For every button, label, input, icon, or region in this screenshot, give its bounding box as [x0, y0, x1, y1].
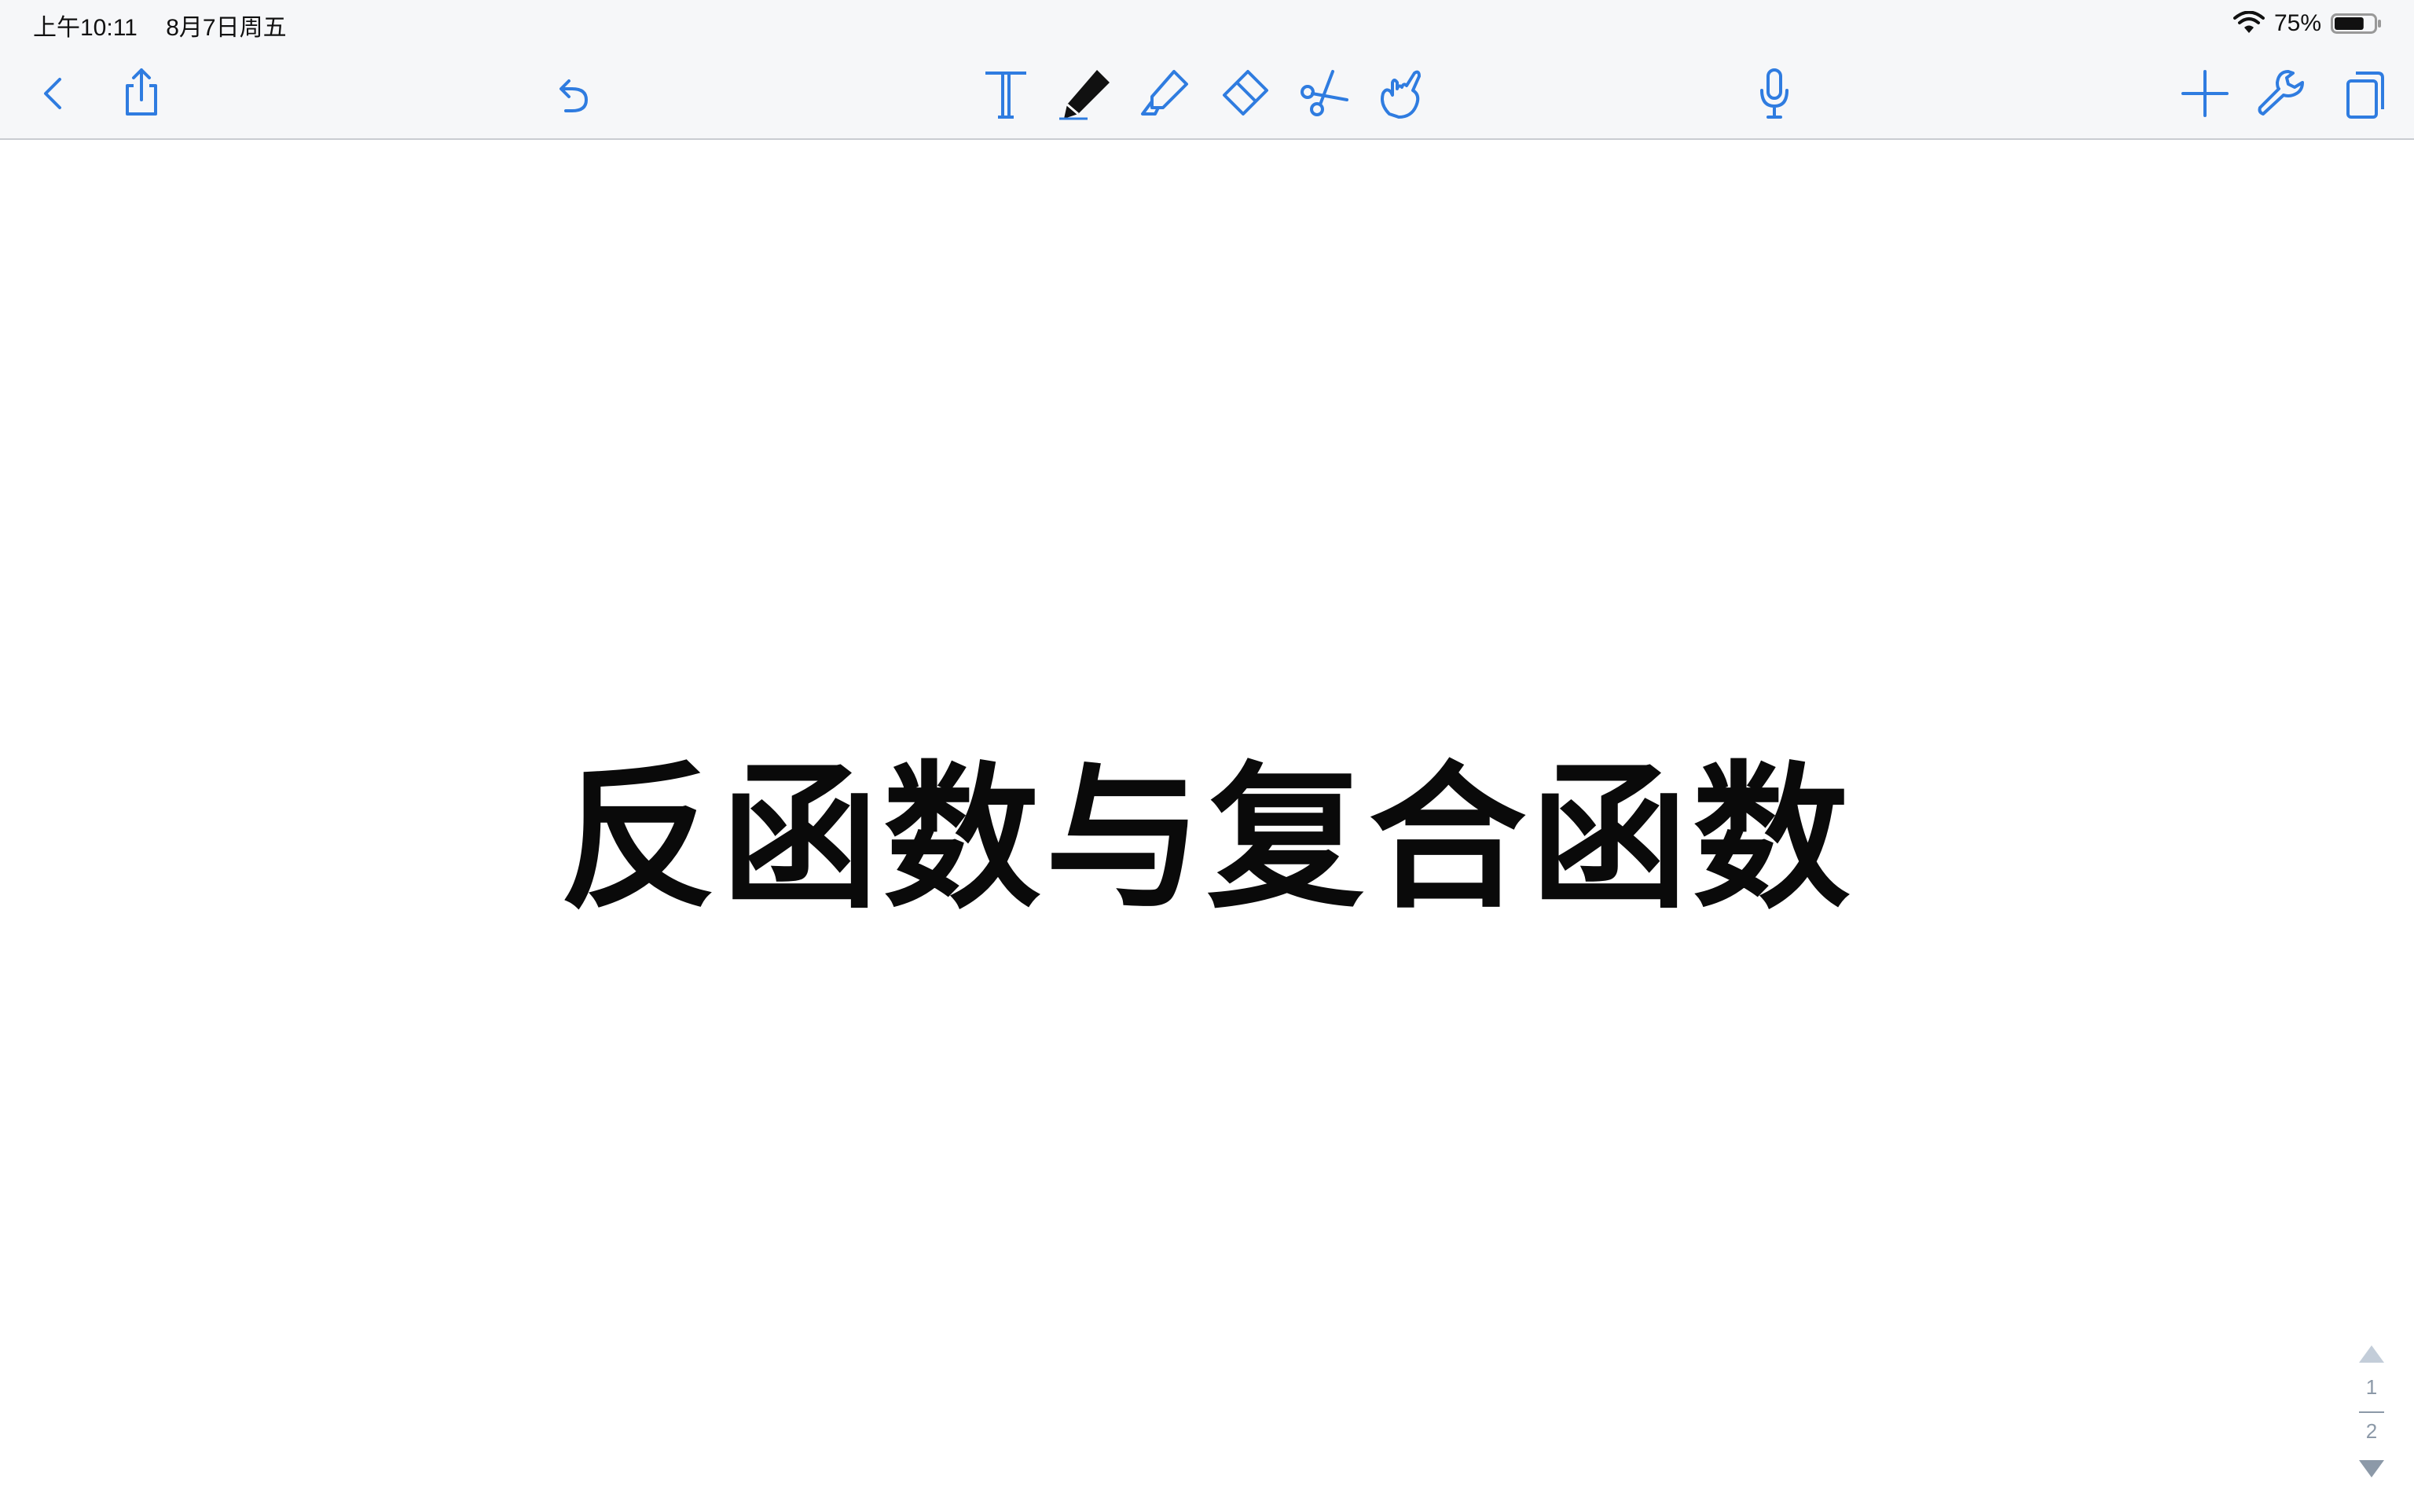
status-bar: 上午10:11 8月7日周五 75%	[0, 0, 2414, 49]
page-up-icon[interactable]	[2356, 1342, 2387, 1366]
page-title: 反函数与复合函数	[559, 747, 1855, 930]
pages-button[interactable]	[2331, 58, 2394, 129]
settings-button[interactable]	[2249, 58, 2312, 129]
page-down-icon[interactable]	[2356, 1457, 2387, 1481]
undo-icon	[559, 79, 589, 112]
add-icon	[2181, 70, 2229, 117]
back-icon	[44, 78, 61, 109]
add-button[interactable]	[2174, 58, 2236, 129]
pages-icon	[2346, 72, 2384, 119]
microphone-button[interactable]	[1743, 58, 1806, 129]
text-tool-button[interactable]	[974, 58, 1037, 129]
scissors-button[interactable]	[1292, 58, 1355, 129]
eraser-button[interactable]	[1212, 58, 1275, 129]
text-tool-icon	[985, 72, 1026, 119]
status-date: 8月7日周五	[166, 15, 287, 41]
back-button[interactable]	[22, 58, 85, 129]
scissors-icon	[1301, 70, 1348, 116]
microphone-icon	[1760, 68, 1788, 119]
highlighter-icon	[1141, 70, 1188, 116]
battery-percent: 75%	[2273, 10, 2321, 36]
hand-tool-button[interactable]	[1370, 58, 1433, 129]
status-time: 上午10:11	[33, 15, 138, 41]
wifi-icon	[2232, 11, 2265, 33]
share-button[interactable]	[110, 58, 173, 129]
app-chrome: 上午10:11 8月7日周五 75%	[0, 0, 2414, 140]
current-page: 1	[2365, 1375, 2378, 1399]
status-left: 上午10:11 8月7日周五	[33, 8, 309, 42]
share-icon	[126, 68, 157, 116]
page-navigator[interactable]: 1 2	[2348, 1342, 2395, 1499]
eraser-icon	[1223, 70, 1268, 116]
pen-button[interactable]	[1053, 58, 1116, 129]
total-pages: 2	[2365, 1419, 2378, 1443]
highlighter-button[interactable]	[1132, 58, 1194, 129]
pen-icon	[1059, 70, 1110, 120]
document-page[interactable]: 反函数与复合函数 1 2	[0, 140, 2414, 1512]
undo-button[interactable]	[542, 58, 605, 129]
page-divider	[2359, 1411, 2384, 1413]
hand-icon	[1381, 70, 1421, 119]
battery-icon	[2331, 13, 2381, 34]
wrench-icon	[2258, 70, 2304, 116]
status-right: 75%	[2232, 8, 2383, 39]
